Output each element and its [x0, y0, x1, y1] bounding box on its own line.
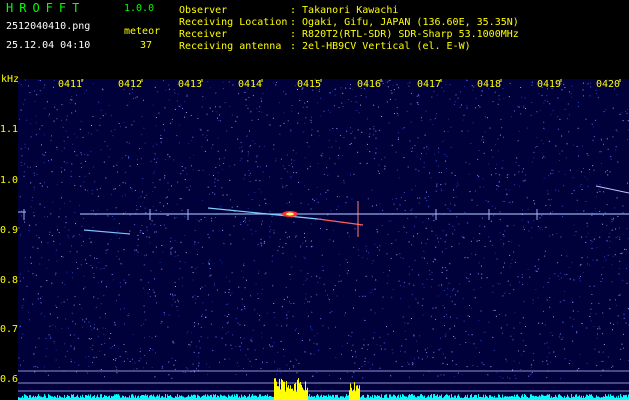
time-tick-0413: 0413 — [178, 79, 203, 90]
app-title: HROFFT — [6, 1, 86, 15]
antenna-key: Receiving antenna — [179, 41, 282, 52]
time-tick-0420: 0420 — [596, 79, 621, 90]
noise-layer — [18, 79, 629, 380]
freq-tick-0-7: 0.7 — [0, 324, 19, 335]
spectrogram — [18, 79, 629, 400]
time-tick-0416: 0416 — [357, 79, 382, 90]
freq-tick-1-1: 1.1 — [0, 124, 19, 135]
observer-value: : Takanori Kawachi — [290, 5, 399, 16]
file-datetime: 25.12.04 04:10 — [6, 40, 91, 51]
location-key: Receiving Location — [179, 17, 288, 28]
meteor-head-core — [286, 212, 294, 216]
location-value: : Ogaki, Gifu, JAPAN (136.60E, 35.35N) — [290, 17, 519, 28]
time-tick-0411: 0411 — [58, 79, 83, 90]
time-tick-0418: 0418 — [477, 79, 502, 90]
freq-unit-label: kHz — [1, 74, 20, 85]
echo-trace-right — [595, 185, 629, 194]
freq-tick-0-6: 0.6 — [0, 374, 19, 385]
signal-level-bars — [18, 378, 629, 400]
freq-tick-0-9: 0.9 — [0, 225, 19, 236]
meteor-label: meteor — [124, 26, 161, 37]
time-tick-0412: 0412 — [118, 79, 143, 90]
time-tick-0415: 0415 — [297, 79, 322, 90]
echo-trace-a — [83, 229, 131, 235]
time-tick-0419: 0419 — [537, 79, 562, 90]
time-tick-0414: 0414 — [238, 79, 263, 90]
receiver-key: Receiver — [179, 29, 228, 40]
header-panel: HROFFT 1.0.0 2512040410.png 25.12.04 04:… — [0, 0, 629, 72]
receiver-value: : R820T2(RTL-SDR) SDR-Sharp 53.1000MHz — [290, 29, 519, 40]
file-name: 2512040410.png — [6, 21, 91, 32]
freq-tick-1-0: 1.0 — [0, 175, 19, 186]
meteor-count: 37 — [140, 40, 153, 51]
time-tick-0417: 0417 — [417, 79, 442, 90]
antenna-value: : 2el-HB9CV Vertical (el. E-W) — [290, 41, 471, 52]
app-version: 1.0.0 — [124, 3, 155, 14]
echo-trace-c — [317, 218, 364, 226]
freq-tick-0-8: 0.8 — [0, 275, 19, 286]
spectrogram-canvas — [18, 79, 629, 400]
observer-key: Observer — [179, 5, 228, 16]
